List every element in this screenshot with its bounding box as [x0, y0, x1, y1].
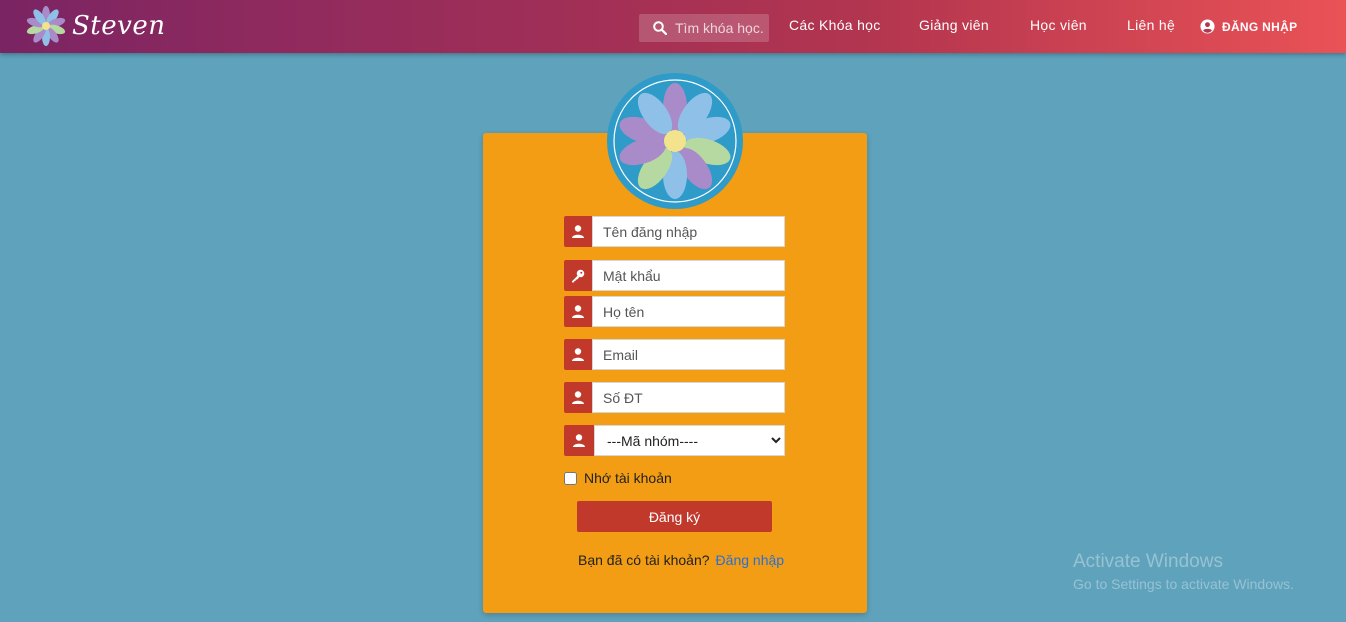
have-account-row: Bạn đã có tài khoản? Đăng nhập	[578, 552, 784, 568]
password-field	[564, 260, 785, 291]
group-field: ---Mã nhóm----	[564, 425, 785, 456]
remember-checkbox[interactable]	[564, 471, 577, 485]
login-link[interactable]: Đăng nhập	[716, 552, 785, 568]
email-input[interactable]	[592, 339, 785, 370]
top-navbar: Steven Các Khóa học Giảng viên Học viên …	[0, 0, 1346, 53]
activate-windows-watermark: Activate Windows Go to Settings to activ…	[1073, 551, 1294, 592]
user-icon	[564, 216, 592, 247]
nav-login-label: ĐĂNG NHẬP	[1222, 19, 1298, 34]
have-account-text: Bạn đã có tài khoản?	[578, 552, 710, 568]
nav-students[interactable]: Học viên	[1030, 17, 1087, 33]
fullname-field	[564, 296, 785, 327]
user-icon	[564, 296, 592, 327]
email-field	[564, 339, 785, 370]
group-select[interactable]: ---Mã nhóm----	[594, 425, 785, 456]
watermark-title: Activate Windows	[1073, 551, 1223, 572]
brand-name: Steven	[72, 11, 166, 41]
flower-logo-icon	[26, 6, 66, 46]
username-input[interactable]	[592, 216, 785, 247]
search-icon	[653, 21, 667, 35]
username-field	[564, 216, 785, 247]
watermark-subtitle: Go to Settings to activate Windows.	[1073, 576, 1294, 592]
account-circle-icon	[1200, 19, 1215, 34]
user-icon	[564, 425, 594, 456]
nav-courses[interactable]: Các Khóa học	[789, 17, 881, 33]
password-input[interactable]	[592, 260, 785, 291]
user-icon	[564, 382, 592, 413]
search-box[interactable]	[639, 14, 769, 42]
flower-avatar-icon	[607, 73, 743, 209]
register-button[interactable]: Đăng ký	[577, 501, 772, 532]
brand-logo[interactable]: Steven	[26, 6, 165, 46]
remember-label: Nhớ tài khoản	[584, 470, 672, 486]
phone-input[interactable]	[592, 382, 785, 413]
user-icon	[564, 339, 592, 370]
phone-field	[564, 382, 785, 413]
key-icon	[564, 260, 592, 291]
remember-row[interactable]: Nhớ tài khoản	[564, 470, 672, 486]
search-input[interactable]	[675, 20, 765, 36]
nav-login-button[interactable]: ĐĂNG NHẬP	[1200, 19, 1297, 34]
fullname-input[interactable]	[592, 296, 785, 327]
nav-contact[interactable]: Liên hệ	[1127, 17, 1175, 33]
nav-instructors[interactable]: Giảng viên	[919, 17, 989, 33]
